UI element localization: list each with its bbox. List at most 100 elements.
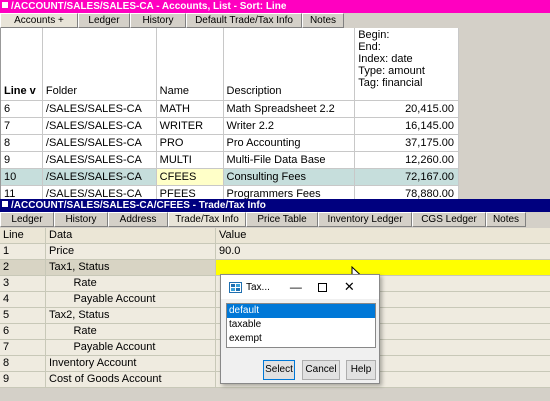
window-icon	[2, 2, 8, 8]
table-row[interactable]: 1 Price 90.0	[0, 244, 550, 260]
folder-header[interactable]: Folder	[43, 28, 157, 100]
row-line: 1	[0, 244, 46, 259]
amount-header[interactable]: Begin: End: Index: date Type: amount Tag…	[355, 28, 459, 100]
trade-tax-tabbar: Ledger History Address Trade/Tax Info Pr…	[0, 212, 550, 227]
data-header[interactable]: Data	[46, 228, 216, 243]
row-description: Pro Accounting	[224, 135, 356, 151]
row-data: Price	[46, 244, 216, 259]
info-tag: Tag: financial	[358, 77, 423, 89]
dialog-titlebar[interactable]: Tax... — ✕	[221, 275, 379, 299]
tab-history[interactable]: History	[130, 13, 186, 28]
row-name: MULTI	[157, 152, 224, 168]
description-header[interactable]: Description	[224, 28, 356, 100]
row-description: Multi-File Data Base	[224, 152, 356, 168]
window-title: /ACCOUNT/SALES/SALES-CA - Accounts, List…	[11, 1, 287, 12]
row-data: Rate	[46, 276, 216, 291]
tax-status-listbox[interactable]: default taxable exempt	[226, 303, 376, 348]
table-row[interactable]: 8 /SALES/SALES-CA PRO Pro Accounting 37,…	[1, 135, 459, 152]
tab-trade-tax-info[interactable]: Trade/Tax Info	[168, 212, 246, 227]
row-line: 8	[0, 356, 46, 371]
tab-price-table[interactable]: Price Table	[246, 212, 318, 227]
tab-ledger[interactable]: Ledger	[0, 212, 54, 227]
row-line: 7	[0, 340, 46, 355]
table-row[interactable]: 6 /SALES/SALES-CA MATH Math Spreadsheet …	[1, 101, 459, 118]
row-folder: /SALES/SALES-CA	[43, 101, 157, 117]
row-line: 7	[1, 118, 43, 134]
trade-tax-titlebar: /ACCOUNT/SALES/SALES-CA/CFEES - Trade/Ta…	[0, 199, 550, 212]
table-row[interactable]: 7 /SALES/SALES-CA WRITER Writer 2.2 16,1…	[1, 118, 459, 135]
list-item[interactable]: default	[227, 304, 375, 318]
table-row-selected[interactable]: 10 /SALES/SALES-CA CFEES Consulting Fees…	[1, 169, 459, 186]
list-item[interactable]: exempt	[227, 332, 375, 346]
tab-default-trade-tax-info[interactable]: Default Trade/Tax Info	[186, 13, 302, 28]
row-line: 8	[1, 135, 43, 151]
row-line: 9	[0, 372, 46, 387]
tab-cgs-ledger[interactable]: CGS Ledger	[412, 212, 486, 227]
row-line: 9	[1, 152, 43, 168]
row-description: Consulting Fees	[224, 169, 356, 185]
row-amount: 72,167.00	[355, 169, 459, 185]
table-row[interactable]: 9 /SALES/SALES-CA MULTI Multi-File Data …	[1, 152, 459, 169]
accounts-tabbar: Accounts + Ledger History Default Trade/…	[0, 13, 550, 28]
row-name: PRO	[157, 135, 224, 151]
empty-area	[459, 28, 550, 199]
tab-history[interactable]: History	[54, 212, 108, 227]
row-data: Payable Account	[46, 340, 216, 355]
tab-notes[interactable]: Notes	[302, 13, 344, 28]
tab-ledger[interactable]: Ledger	[78, 13, 130, 28]
row-line: 3	[0, 276, 46, 291]
row-description: Math Spreadsheet 2.2	[224, 101, 356, 117]
tax-status-dialog: Tax... — ✕ default taxable exempt Select…	[220, 274, 380, 384]
window-icon	[2, 201, 8, 207]
tab-address[interactable]: Address	[108, 212, 168, 227]
close-icon[interactable]: ✕	[344, 279, 355, 295]
row-folder: /SALES/SALES-CA	[43, 118, 157, 134]
row-amount: 16,145.00	[355, 118, 459, 134]
maximize-icon[interactable]	[317, 282, 327, 292]
line-header[interactable]: Line	[0, 228, 46, 243]
row-line: 2	[0, 260, 46, 275]
tab-notes[interactable]: Notes	[486, 212, 526, 227]
help-button[interactable]: Help	[346, 360, 376, 380]
row-amount: 20,415.00	[355, 101, 459, 117]
cancel-button[interactable]: Cancel	[302, 360, 340, 380]
row-folder: /SALES/SALES-CA	[43, 152, 157, 168]
tab-accounts[interactable]: Accounts +	[0, 13, 78, 28]
line-sort-header[interactable]: Line v	[1, 28, 43, 100]
list-item[interactable]: taxable	[227, 318, 375, 332]
value-header[interactable]: Value	[216, 228, 550, 243]
row-data: Tax1, Status	[46, 260, 216, 275]
row-data: Payable Account	[46, 292, 216, 307]
row-name-active-cell[interactable]: CFEES	[156, 169, 224, 185]
row-line: 6	[1, 101, 43, 117]
name-header[interactable]: Name	[157, 28, 224, 100]
info-index: Index: date	[358, 53, 413, 65]
row-value-editing[interactable]	[216, 260, 550, 275]
minimize-icon[interactable]: —	[290, 280, 302, 294]
row-amount: 12,260.00	[355, 152, 459, 168]
tab-inventory-ledger[interactable]: Inventory Ledger	[318, 212, 412, 227]
row-description: Writer 2.2	[224, 118, 356, 134]
row-data: Inventory Account	[46, 356, 216, 371]
row-name: WRITER	[157, 118, 224, 134]
row-data: Tax2, Status	[46, 308, 216, 323]
trade-tax-grid-header: Line Data Value	[0, 228, 550, 244]
row-value[interactable]: 90.0	[216, 244, 550, 259]
row-folder: /SALES/SALES-CA	[43, 169, 157, 185]
app-icon	[229, 281, 242, 293]
accounts-list-titlebar: /ACCOUNT/SALES/SALES-CA - Accounts, List…	[0, 0, 550, 13]
row-line: 4	[0, 292, 46, 307]
row-data: Rate	[46, 324, 216, 339]
row-amount: 37,175.00	[355, 135, 459, 151]
window-title: /ACCOUNT/SALES/SALES-CA/CFEES - Trade/Ta…	[11, 200, 266, 211]
info-begin: Begin:	[358, 29, 390, 41]
info-type: Type: amount	[358, 65, 425, 77]
row-line: 10	[1, 169, 43, 185]
accounts-grid-header: Line v Folder Name Description Begin: En…	[1, 28, 459, 101]
row-folder: /SALES/SALES-CA	[43, 135, 157, 151]
select-button[interactable]: Select	[263, 360, 295, 380]
accounts-grid: Line v Folder Name Description Begin: En…	[0, 28, 459, 203]
dialog-title: Tax...	[246, 281, 270, 293]
row-line: 6	[0, 324, 46, 339]
row-data: Cost of Goods Account	[46, 372, 216, 387]
